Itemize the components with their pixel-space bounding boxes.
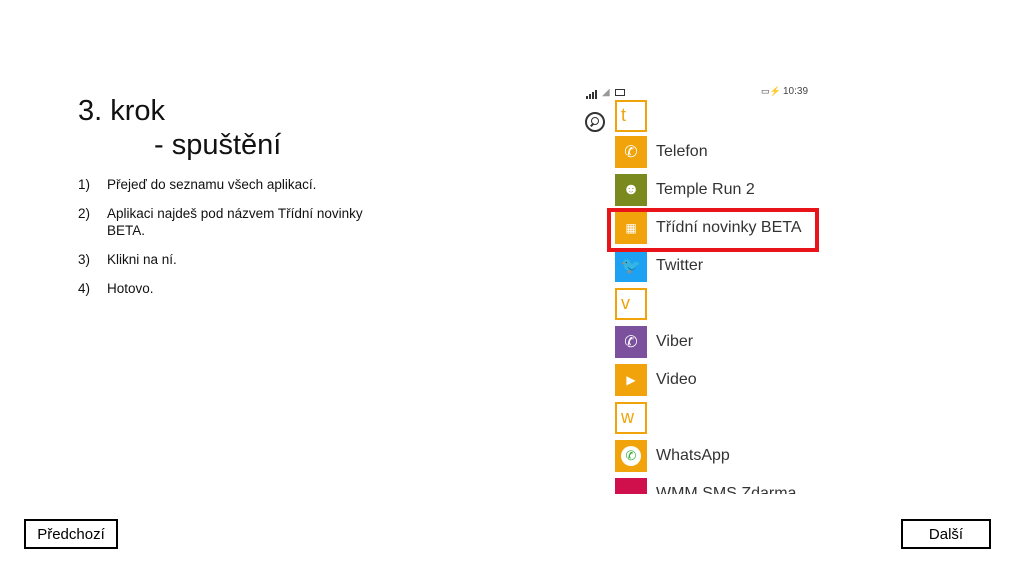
step-text: Klikni na ní.	[107, 252, 177, 267]
status-bar: ◢ ▭⚡ 10:39	[578, 86, 818, 100]
app-whatsapp[interactable]: ✆ WhatsApp	[615, 440, 730, 472]
title-line-2: - spuštění	[154, 129, 282, 161]
app-telefon[interactable]: ✆ Telefon	[615, 136, 708, 168]
step-number: 4)	[78, 281, 91, 296]
app-video[interactable]: ▶ Video	[615, 364, 697, 396]
viber-icon: ✆	[615, 326, 647, 358]
next-button[interactable]: Další	[901, 519, 991, 549]
slide-title: 3. krok - spuštění	[78, 94, 281, 162]
status-time: 10:39	[783, 86, 809, 97]
video-icon: ▶	[615, 364, 647, 396]
group-letter: w	[615, 402, 647, 434]
app-name: WMM SMS Zdarma	[656, 485, 797, 494]
battery-charging-icon: ▭⚡	[761, 86, 781, 96]
step-list: 1) Přejeď do seznamu všech aplikací. 2) Ap…	[78, 176, 378, 309]
app-wmm-sms[interactable]: WMM SMS Zdarma	[615, 478, 796, 494]
whatsapp-icon: ✆	[615, 440, 647, 472]
phone-screenshot: ◢ ▭⚡ 10:39 t ✆ Telefon ☻ Temple Run 2 ▦ …	[578, 82, 828, 494]
twitter-bird-icon: 🐦	[615, 250, 647, 282]
title-line-1: 3. krok	[78, 95, 166, 127]
step-item: 4) Hotovo.	[78, 280, 378, 297]
letter-group-w[interactable]: w	[615, 402, 647, 434]
app-name: Temple Run 2	[656, 181, 755, 198]
letter-group-t[interactable]: t	[615, 100, 647, 132]
step-text: Hotovo.	[107, 281, 154, 296]
wmm-sms-icon	[615, 478, 647, 494]
step-text: Aplikaci najdeš pod názvem Třídní novink…	[107, 206, 363, 238]
search-icon[interactable]	[585, 112, 605, 132]
message-icon	[615, 89, 625, 96]
app-name: Video	[656, 371, 697, 388]
app-name: Telefon	[656, 143, 708, 160]
app-temple-run[interactable]: ☻ Temple Run 2	[615, 174, 755, 206]
phone-icon: ✆	[615, 136, 647, 168]
app-viber[interactable]: ✆ Viber	[615, 326, 693, 358]
letter-group-v[interactable]: v	[615, 288, 647, 320]
signal-icon	[586, 88, 598, 99]
step-number: 1)	[78, 177, 91, 192]
step-item: 2) Aplikaci najdeš pod názvem Třídní novi…	[78, 205, 378, 239]
step-text: Přejeď do seznamu všech aplikací.	[107, 177, 317, 192]
step-item: 3) Klikni na ní.	[78, 251, 378, 268]
step-number: 3)	[78, 252, 91, 267]
step-number: 2)	[78, 206, 91, 221]
app-name: Twitter	[656, 257, 704, 274]
temple-run-icon: ☻	[615, 174, 647, 206]
app-twitter[interactable]: 🐦 Twitter	[615, 250, 703, 282]
wifi-icon: ◢	[602, 87, 610, 98]
app-name: WhatsApp	[656, 447, 730, 464]
group-letter: t	[615, 100, 647, 132]
app-name: Viber	[656, 333, 694, 350]
group-letter: v	[615, 288, 647, 320]
previous-button[interactable]: Předchozí	[24, 519, 118, 549]
highlight-frame	[607, 208, 819, 252]
step-item: 1) Přejeď do seznamu všech aplikací.	[78, 176, 378, 193]
